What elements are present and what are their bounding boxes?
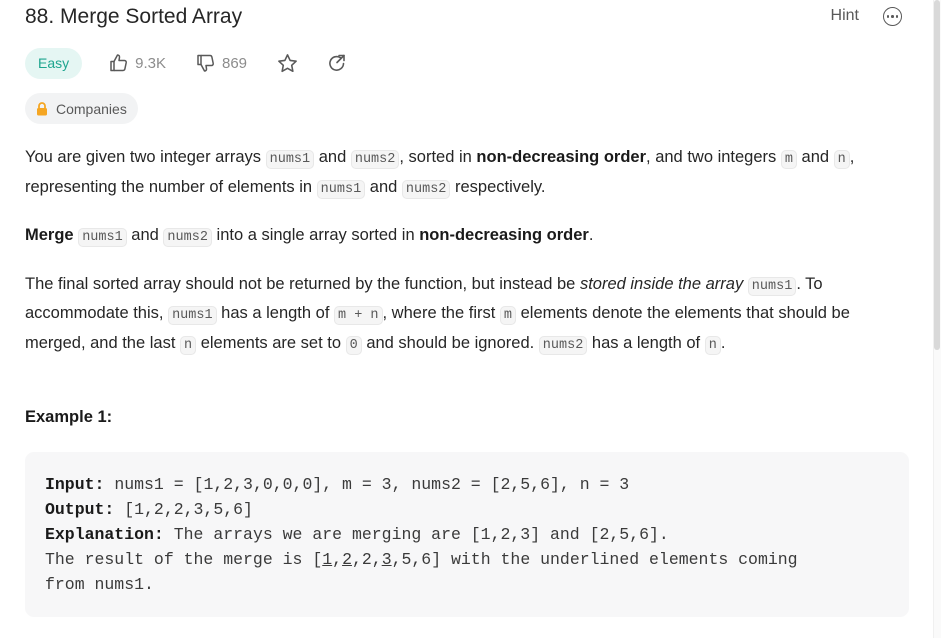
code-nums2: nums2 xyxy=(401,179,451,199)
input-label: Input: xyxy=(45,475,105,494)
code-nums1: nums1 xyxy=(265,150,315,169)
difficulty-badge: Easy xyxy=(25,47,83,79)
text: , sorted in xyxy=(399,148,477,166)
text: has a length of xyxy=(216,304,334,322)
statement-paragraph-3: The final sorted array should not be ret… xyxy=(25,271,910,360)
underlined-element: 1 xyxy=(322,550,333,569)
text: and should be ignored. xyxy=(361,333,539,352)
code-nums1: nums1 xyxy=(747,276,797,296)
scrollbar-thumb[interactable] xyxy=(934,0,940,350)
text: ,2, xyxy=(351,550,382,569)
example-1-title: Example 1: xyxy=(25,408,113,426)
text: , xyxy=(332,550,343,569)
statement-paragraph-2: Merge nums1 and nums2 into a single arra… xyxy=(25,222,910,252)
more-options-icon[interactable] xyxy=(883,7,902,26)
text: ,5,6] with the underlined elements comin… xyxy=(391,550,798,569)
thumbs-down-icon xyxy=(196,53,216,73)
text: The result of the merge is [ xyxy=(45,550,323,569)
vertical-scrollbar[interactable] xyxy=(933,0,941,638)
share-button[interactable] xyxy=(327,53,347,73)
bold-text: Merge xyxy=(25,226,74,244)
problem-title[interactable]: 88. Merge Sorted Array xyxy=(25,4,910,30)
code-n: n xyxy=(180,335,197,355)
lock-icon xyxy=(36,101,48,116)
text: and xyxy=(126,226,164,244)
code-n: n xyxy=(833,150,850,169)
code-m-plus-n: m + n xyxy=(334,306,383,325)
example-1-box: Input: nums1 = [1,2,3,0,0,0], m = 3, num… xyxy=(25,452,909,617)
text: and xyxy=(796,148,834,166)
code-nums1: nums1 xyxy=(316,179,366,199)
share-icon xyxy=(327,53,347,73)
text: has a length of xyxy=(587,333,705,352)
text: You are given two integer arrays xyxy=(25,148,266,166)
favorite-button[interactable] xyxy=(277,53,298,74)
example-result-line-2: from nums1. xyxy=(45,575,154,594)
text: . xyxy=(720,333,726,352)
problem-page: 88. Merge Sorted Array Hint Easy 9.3K 86… xyxy=(0,0,941,638)
dislike-button[interactable]: 869 xyxy=(196,53,247,73)
code-nums1: nums1 xyxy=(168,306,217,325)
explanation-label: Explanation: xyxy=(45,525,164,544)
text: into a single array sorted in xyxy=(211,226,420,244)
text: The final sorted array should not be ret… xyxy=(25,274,580,293)
dislike-count: 869 xyxy=(221,54,248,72)
statement-paragraph-1: You are given two integer arrays nums1 a… xyxy=(25,144,910,203)
example-input-line: Input: nums1 = [1,2,3,0,0,0], m = 3, num… xyxy=(45,472,889,497)
thumbs-up-icon xyxy=(109,53,129,73)
companies-tag[interactable]: Companies xyxy=(25,93,138,124)
text: elements are set to xyxy=(196,333,346,352)
text: and xyxy=(365,177,402,196)
input-value: nums1 = [1,2,3,0,0,0], m = 3, nums2 = [2… xyxy=(104,475,630,494)
text: respectively. xyxy=(450,177,546,196)
hint-button[interactable]: Hint xyxy=(831,7,859,25)
code-nums2: nums2 xyxy=(538,335,588,355)
code-nums2: nums2 xyxy=(163,228,212,247)
code-nums1: nums1 xyxy=(78,228,127,247)
problem-statement: You are given two integer arrays nums1 a… xyxy=(25,144,910,378)
meta-row: Easy 9.3K 869 xyxy=(25,47,347,79)
underlined-element: 2 xyxy=(342,550,352,569)
title-row: 88. Merge Sorted Array Hint xyxy=(25,4,910,30)
explanation-value: The arrays we are merging are [1,2,3] an… xyxy=(163,525,669,544)
bold-text: non-decreasing order xyxy=(419,226,589,244)
example-output-line: Output: [1,2,2,3,5,6] xyxy=(45,497,889,522)
text: . xyxy=(588,226,594,244)
example-explanation-line: Explanation: The arrays we are merging a… xyxy=(45,522,889,547)
bold-text: non-decreasing order xyxy=(476,148,647,166)
text: , where the first xyxy=(382,304,500,322)
underlined-element: 3 xyxy=(381,550,392,569)
code-nums2: nums2 xyxy=(350,150,400,169)
output-label: Output: xyxy=(45,500,115,519)
example-result-line: The result of the merge is [1,2,2,3,5,6]… xyxy=(45,547,889,572)
output-value: [1,2,2,3,5,6] xyxy=(114,500,253,519)
code-m: m xyxy=(499,306,517,325)
code-m: m xyxy=(780,150,797,169)
italic-text: stored inside the array xyxy=(579,274,744,293)
star-icon xyxy=(277,53,298,74)
like-button[interactable]: 9.3K xyxy=(109,53,166,73)
like-count: 9.3K xyxy=(135,54,166,72)
text: , and two integers xyxy=(646,148,781,166)
text: and xyxy=(314,148,351,166)
code-zero: 0 xyxy=(345,335,362,355)
companies-label: Companies xyxy=(56,100,127,117)
code-n: n xyxy=(704,335,721,355)
